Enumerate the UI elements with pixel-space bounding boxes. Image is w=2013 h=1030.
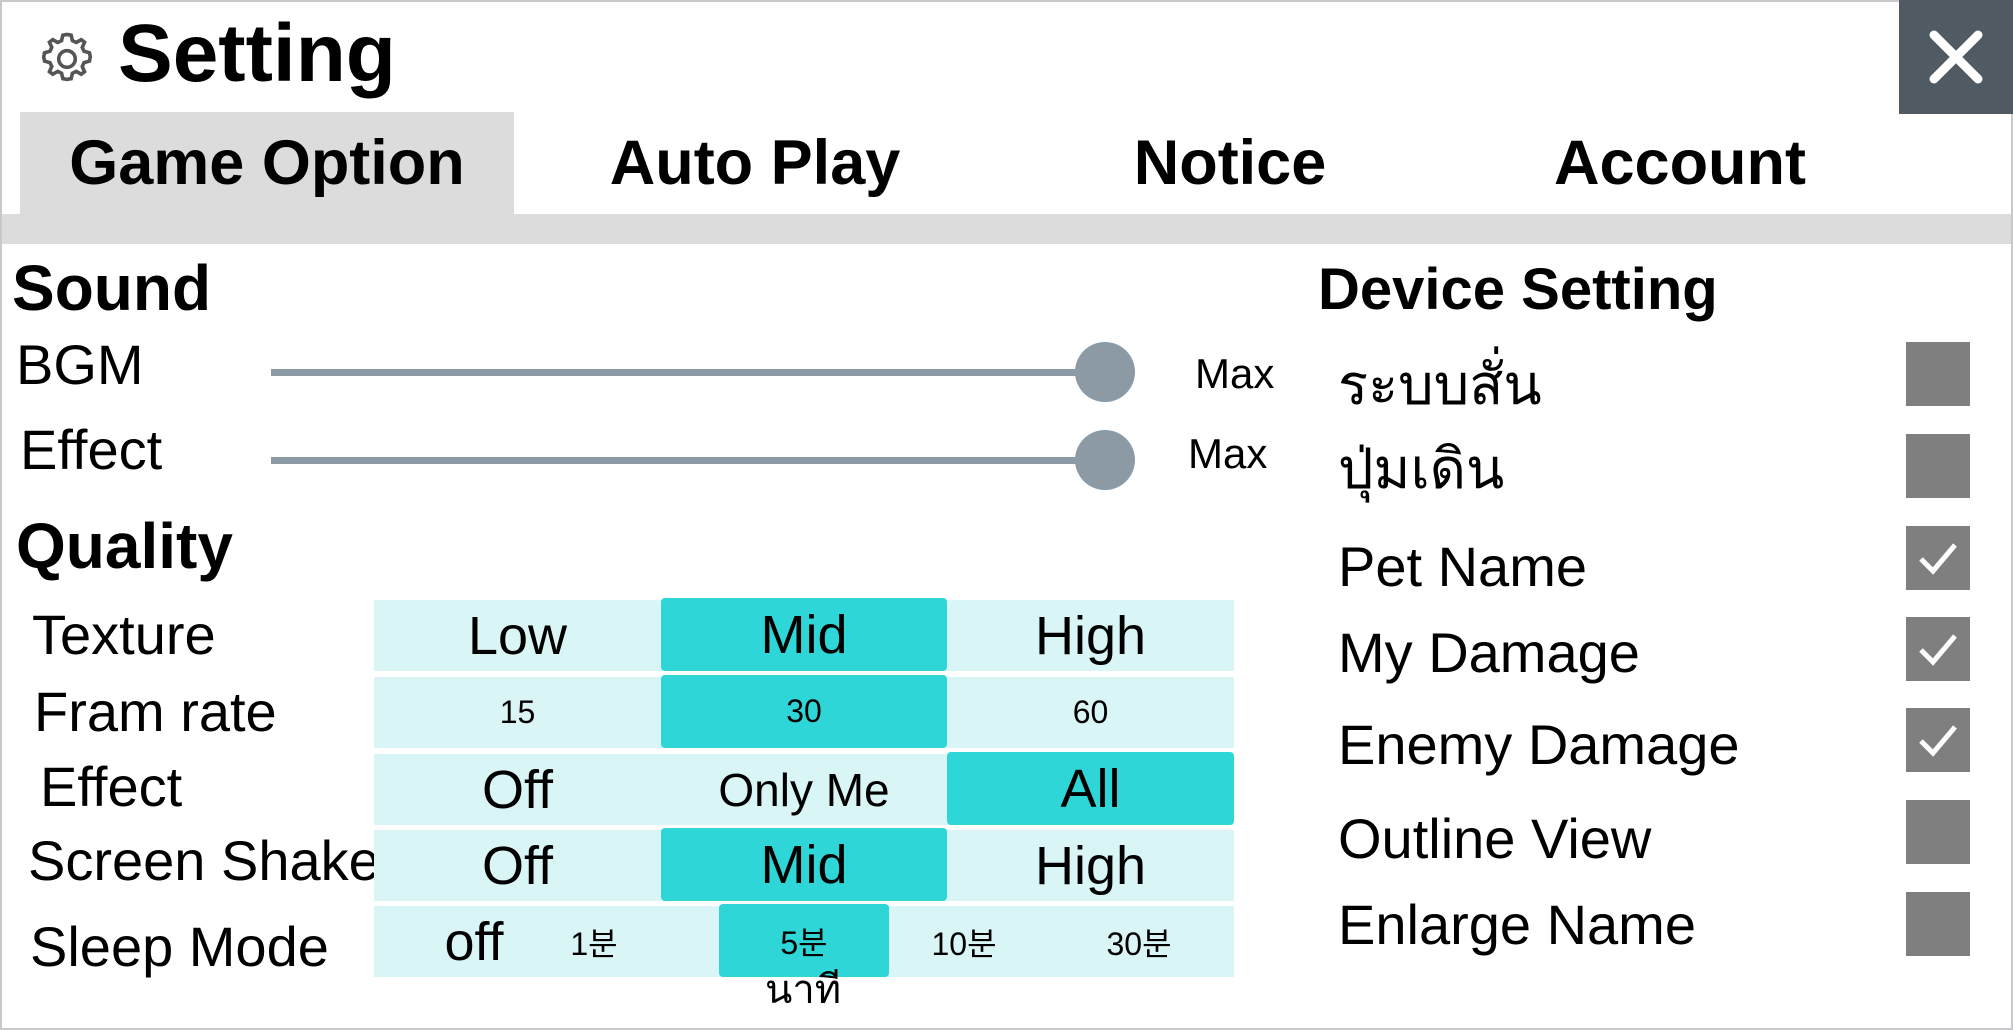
quality-heading: Quality (16, 510, 233, 582)
framerate-option-15[interactable]: 15 (374, 677, 661, 748)
device-setting-heading: Device Setting (1318, 257, 1718, 322)
effect-quality-options: Off Only Me All (374, 752, 1234, 825)
texture-options: Low Mid High (374, 598, 1234, 671)
sound-heading: Sound (12, 252, 212, 324)
bgm-slider-track[interactable] (271, 369, 1106, 376)
effect-slider-knob[interactable] (1075, 430, 1135, 490)
outline-view-label: Outline View (1338, 807, 1652, 870)
vibration-label: ระบบสั่น (1338, 353, 1542, 416)
effect-volume-value: Max (1188, 430, 1268, 477)
screen-shake-option-mid[interactable]: Mid (661, 828, 947, 901)
close-icon (1929, 30, 1983, 84)
check-icon (1919, 634, 1957, 666)
effect-option-all[interactable]: All (947, 752, 1234, 825)
enemy-damage-label: Enemy Damage (1338, 713, 1740, 776)
effect-quality-label: Effect (40, 755, 183, 818)
framerate-options: 15 30 60 (374, 675, 1234, 748)
vibration-checkbox[interactable] (1906, 342, 1970, 406)
screen-shake-label: Screen Shake (28, 829, 380, 892)
walk-button-label: ปุ่มเดิน (1338, 437, 1505, 500)
close-button[interactable] (1899, 0, 2013, 114)
outline-view-checkbox[interactable] (1906, 800, 1970, 864)
bgm-label: BGM (16, 333, 144, 396)
framerate-option-30[interactable]: 30 (661, 675, 947, 748)
sleep-minutes-note: นาที (765, 968, 842, 1012)
my-damage-label: My Damage (1338, 621, 1640, 684)
pet-name-checkbox[interactable] (1906, 526, 1970, 590)
enemy-damage-checkbox[interactable] (1906, 708, 1970, 772)
texture-label: Texture (32, 603, 216, 666)
sleep-option-30[interactable]: 30분 (1054, 906, 1224, 977)
tab-account[interactable]: Account (1500, 112, 1860, 214)
sleep-mode-label: Sleep Mode (30, 915, 329, 978)
pet-name-label: Pet Name (1338, 535, 1587, 598)
tab-underline-bar (2, 214, 2011, 244)
sleep-option-1[interactable]: 1분 (524, 906, 664, 977)
screen-shake-option-off[interactable]: Off (374, 830, 661, 901)
sleep-option-10[interactable]: 10분 (894, 906, 1034, 977)
walk-button-checkbox[interactable] (1906, 434, 1970, 498)
tab-auto-play[interactable]: Auto Play (560, 112, 950, 214)
effect-option-off[interactable]: Off (374, 754, 661, 825)
enlarge-name-label: Enlarge Name (1338, 893, 1696, 956)
check-icon (1919, 725, 1957, 757)
tab-game-option[interactable]: Game Option (20, 112, 514, 214)
effect-option-only-me[interactable]: Only Me (661, 754, 947, 825)
texture-option-mid[interactable]: Mid (661, 598, 947, 671)
screen-shake-options: Off Mid High (374, 828, 1234, 901)
check-icon (1919, 543, 1957, 575)
texture-option-high[interactable]: High (947, 600, 1234, 671)
page-title: Setting (118, 8, 396, 99)
my-damage-checkbox[interactable] (1906, 617, 1970, 681)
effect-volume-label: Effect (20, 418, 163, 481)
gear-icon (41, 32, 93, 82)
texture-option-low[interactable]: Low (374, 600, 661, 671)
bgm-value: Max (1195, 350, 1275, 397)
screen-shake-option-high[interactable]: High (947, 830, 1234, 901)
framerate-label: Fram rate (34, 680, 277, 743)
effect-slider-track[interactable] (271, 457, 1106, 464)
tab-notice[interactable]: Notice (1080, 112, 1380, 214)
framerate-option-60[interactable]: 60 (947, 677, 1234, 748)
enlarge-name-checkbox[interactable] (1906, 892, 1970, 956)
bgm-slider-knob[interactable] (1075, 342, 1135, 402)
